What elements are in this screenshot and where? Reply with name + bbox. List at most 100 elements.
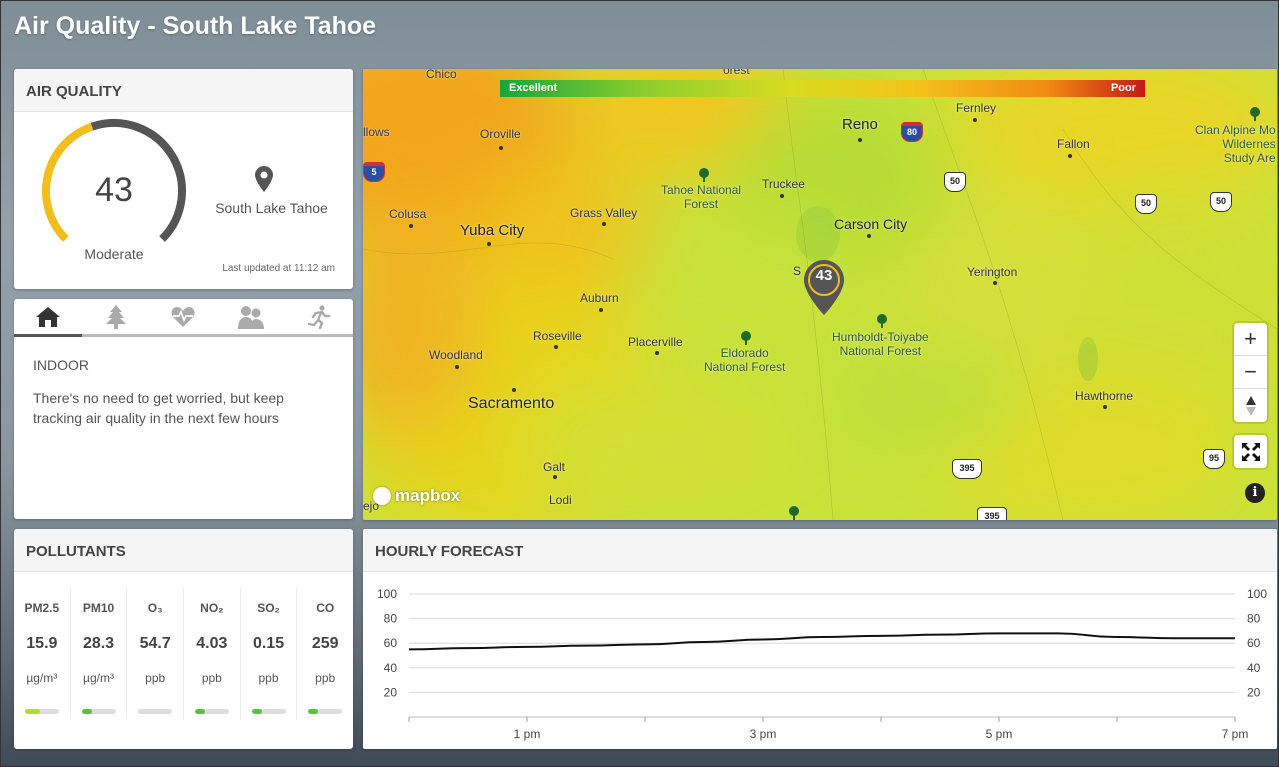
mapbox-logo[interactable]: mapbox <box>373 486 460 506</box>
home-icon <box>35 306 60 327</box>
mapbox-logo-icon <box>373 487 391 505</box>
fullscreen-button[interactable] <box>1234 435 1267 468</box>
map-info-button[interactable]: i <box>1245 483 1265 503</box>
city-dot <box>512 388 516 392</box>
place-label: Galt <box>543 460 566 474</box>
pollutant-value: 259 <box>311 635 339 652</box>
aqi-value: 43 <box>95 171 133 209</box>
place-label: Clan Alpine Mo Wildernes Study Are <box>1195 123 1276 165</box>
y-tick-label-right: 60 <box>1247 636 1261 650</box>
pollutant-level-bar <box>308 709 343 714</box>
y-tick-label-left: 60 <box>384 636 398 650</box>
zoom-out-button[interactable]: − <box>1234 356 1267 389</box>
last-updated-text: Last updated at 11:12 am <box>222 263 335 274</box>
city-dot <box>599 308 603 312</box>
forecast-header: HOURLY FORECAST <box>363 529 1277 572</box>
place-label: Truckee <box>762 177 805 191</box>
tab-indoor[interactable] <box>14 299 82 337</box>
pollutants-card: POLLUTANTS PM2.5 15.9 µg/m³ PM10 28.3 µg… <box>14 529 353 749</box>
us-route-shield: 395 <box>977 507 1007 520</box>
map-panel[interactable]: Excellent Poor Chico orest llows Orovill… <box>363 69 1277 520</box>
page-title: Air Quality - South Lake Tahoe <box>14 12 377 40</box>
pollutant-unit: µg/m³ <box>26 671 58 685</box>
pollutant-no2: NO₂ 4.03 ppb <box>184 587 241 719</box>
pollutant-so2: SO₂ 0.15 ppb <box>241 587 298 719</box>
place-label: Lodi <box>549 493 572 507</box>
air-quality-card: AIR QUALITY 43 Moderate South Lake Tahoe… <box>14 69 353 289</box>
interstate-shield: 5 <box>363 162 385 182</box>
pollutant-pm25: PM2.5 15.9 µg/m³ <box>14 587 71 719</box>
zoom-in-button[interactable]: + <box>1234 323 1267 356</box>
tab-health[interactable] <box>150 299 218 334</box>
tab-sports[interactable] <box>285 299 353 334</box>
pollutant-name: O₃ <box>147 601 163 615</box>
forest-tree-icon <box>741 331 751 345</box>
aqi-color-scale: Excellent Poor <box>500 80 1145 97</box>
hourly-forecast-card: HOURLY FORECAST 20 20 40 40 60 60 80 80 100 100 1 … <box>363 529 1277 749</box>
y-tick-label-left: 100 <box>377 587 397 601</box>
pollutants-header: POLLUTANTS <box>14 529 353 572</box>
pollutant-unit: µg/m³ <box>83 671 114 685</box>
compass-button[interactable] <box>1234 389 1267 422</box>
location-name: South Lake Tahoe <box>215 200 328 216</box>
pollutant-level-bar <box>138 709 173 714</box>
city-dot <box>409 224 413 228</box>
place-label: Reno <box>842 116 878 133</box>
city-dot <box>1103 405 1107 409</box>
y-tick-label-left: 40 <box>384 661 398 675</box>
city-dot <box>867 234 871 238</box>
y-tick-label-right: 20 <box>1247 685 1261 699</box>
pollutant-unit: ppb <box>258 671 279 685</box>
forest-tree-icon <box>699 168 709 182</box>
place-label: orest <box>723 69 750 77</box>
place-label: Grass Valley <box>570 206 638 220</box>
place-label: Eldorado National Forest <box>704 346 786 374</box>
tab-family[interactable] <box>217 299 285 334</box>
y-tick-label-right: 100 <box>1247 587 1267 601</box>
tab-outdoor[interactable] <box>82 299 150 334</box>
mapbox-wordmark: mapbox <box>395 486 461 505</box>
map-zoom-controls: + − <box>1234 323 1267 422</box>
city-dot <box>1068 154 1072 158</box>
scale-high-label: Poor <box>1110 82 1136 94</box>
city-dot <box>499 146 503 150</box>
place-label: Fallon <box>1057 137 1090 151</box>
pollutant-value: 54.7 <box>139 635 171 652</box>
city-dot <box>780 194 784 198</box>
city-dot <box>553 475 557 479</box>
y-tick-label-right: 80 <box>1247 612 1261 626</box>
interstate-shield: 80 <box>901 122 923 142</box>
city-dot <box>655 351 659 355</box>
heart-pulse-icon <box>172 306 195 327</box>
us-route-shield: 50 <box>1135 194 1157 214</box>
pollutant-name: PM2.5 <box>24 601 60 615</box>
pollutant-level-bar <box>251 709 286 714</box>
city-dot <box>602 222 606 226</box>
city-dot <box>993 281 997 285</box>
forecast-line <box>408 632 1235 651</box>
compass-icon <box>1245 395 1256 416</box>
people-icon <box>238 305 265 329</box>
pollutant-name: CO <box>316 601 335 615</box>
place-label: Yuba City <box>460 222 525 239</box>
pollutant-level-bar <box>24 709 59 714</box>
advice-title: INDOOR <box>33 357 89 373</box>
place-label: Woodland <box>429 348 483 362</box>
pollutant-unit: ppb <box>315 671 336 685</box>
aqi-category: Moderate <box>84 246 144 262</box>
pollutant-name: SO₂ <box>257 601 280 615</box>
place-label: Placerville <box>628 335 683 349</box>
forest-tree-icon <box>789 506 799 520</box>
place-label: Yerington <box>967 265 1018 279</box>
city-dot <box>554 345 558 349</box>
advice-text: There's no need to get worried, but keep… <box>33 390 284 426</box>
map-marker-value: 43 <box>815 267 833 284</box>
place-label: Fernley <box>956 101 997 115</box>
pollutant-value: 0.15 <box>252 635 285 652</box>
us-route-shield: 50 <box>944 172 966 192</box>
y-tick-label-left: 20 <box>384 685 398 699</box>
place-label: llows <box>363 125 390 139</box>
aqi-map-marker[interactable]: 43 <box>803 259 845 325</box>
location-pin-icon <box>255 166 273 197</box>
pollutant-value: 15.9 <box>26 635 58 652</box>
